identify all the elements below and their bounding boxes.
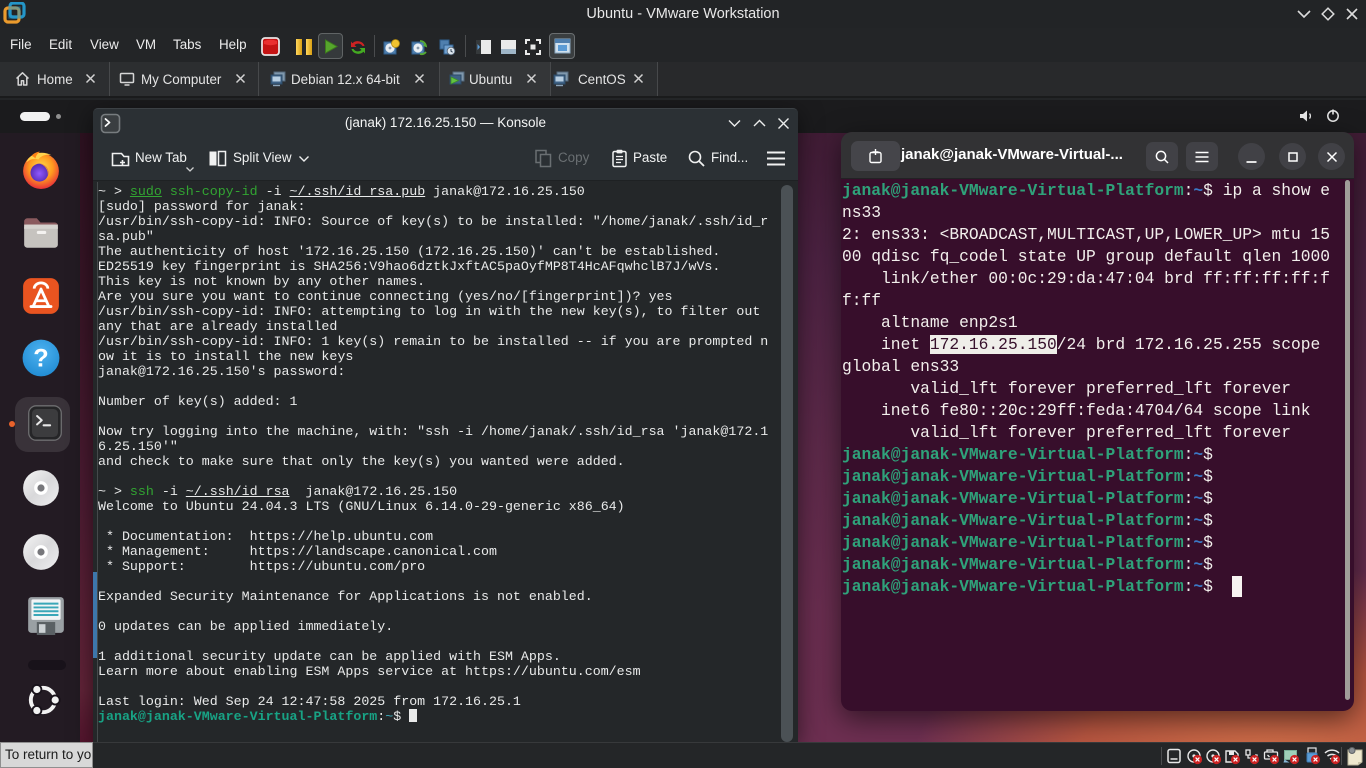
svg-text:?: ? <box>33 344 48 372</box>
